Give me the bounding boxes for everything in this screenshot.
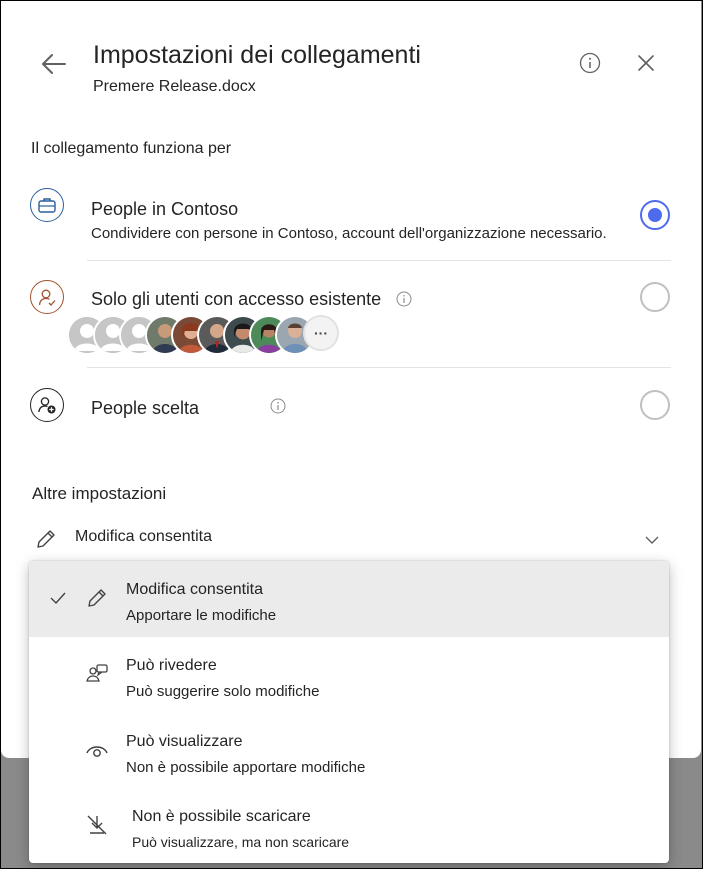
menu-item-title: Modifica consentita xyxy=(126,581,263,598)
more-label: ··· xyxy=(314,325,328,341)
option-description: Condividere con persone in Contoso, acco… xyxy=(91,225,607,242)
person-check-icon xyxy=(30,280,64,314)
permission-dropdown[interactable]: Modifica consentita xyxy=(21,519,671,559)
briefcase-icon xyxy=(30,188,64,222)
person-add-icon xyxy=(30,388,64,422)
menu-item-title: Non è possibile scaricare xyxy=(132,808,311,825)
option-title: People in Contoso xyxy=(91,199,239,219)
divider xyxy=(87,367,671,368)
menu-item-title: Può rivedere xyxy=(126,657,217,674)
pencil-icon xyxy=(37,530,55,548)
section-label-link-works-for: Il collegamento funziona per xyxy=(31,140,232,157)
permission-menu: Modifica consentita Apportare le modific… xyxy=(29,561,669,863)
back-arrow-icon[interactable] xyxy=(39,49,69,79)
menu-item-description: Apportare le modifiche xyxy=(126,607,277,624)
review-icon xyxy=(86,664,108,682)
close-icon[interactable] xyxy=(635,52,657,74)
radio-unselected[interactable] xyxy=(640,390,670,420)
menu-item-cannot-download[interactable]: Non è possibile scaricare Può visualizza… xyxy=(29,789,669,863)
chevron-down-icon xyxy=(645,536,659,544)
page-title: Impostazioni dei collegamenti xyxy=(93,41,421,69)
radio-selected[interactable] xyxy=(640,200,670,230)
info-icon[interactable] xyxy=(396,291,412,307)
menu-item-description: Può visualizzare, ma non scaricare xyxy=(132,834,350,850)
menu-item-description: Può suggerire solo modifiche xyxy=(126,683,320,700)
radio-unselected[interactable] xyxy=(640,282,670,312)
more-avatars-button[interactable]: ··· xyxy=(303,315,339,351)
no-download-icon xyxy=(87,815,107,835)
option-specific-people[interactable]: People scelta xyxy=(21,385,673,429)
menu-item-description: Non è possibile apportare modifiche xyxy=(126,759,366,776)
pencil-icon xyxy=(88,589,106,607)
check-icon xyxy=(50,592,66,605)
file-name: Premere Release.docx xyxy=(93,78,256,95)
option-people-in-org[interactable]: People in Contoso Condividere con person… xyxy=(21,184,673,246)
option-title: Solo gli utenti con accesso esistente xyxy=(91,289,382,309)
divider xyxy=(87,260,671,261)
option-title: People scelta xyxy=(91,398,200,418)
info-icon[interactable] xyxy=(270,398,286,414)
menu-item-can-review[interactable]: Può rivedere Può suggerire solo modifich… xyxy=(29,637,669,713)
section-label-other-settings: Altre impostazioni xyxy=(32,484,167,503)
menu-item-can-edit[interactable]: Modifica consentita Apportare le modific… xyxy=(29,561,669,637)
permission-value: Modifica consentita xyxy=(75,528,212,545)
eye-icon xyxy=(86,746,108,757)
info-icon[interactable] xyxy=(579,52,601,74)
menu-item-title: Può visualizzare xyxy=(126,733,243,750)
menu-item-can-view[interactable]: Può visualizzare Non è possibile apporta… xyxy=(29,713,669,789)
